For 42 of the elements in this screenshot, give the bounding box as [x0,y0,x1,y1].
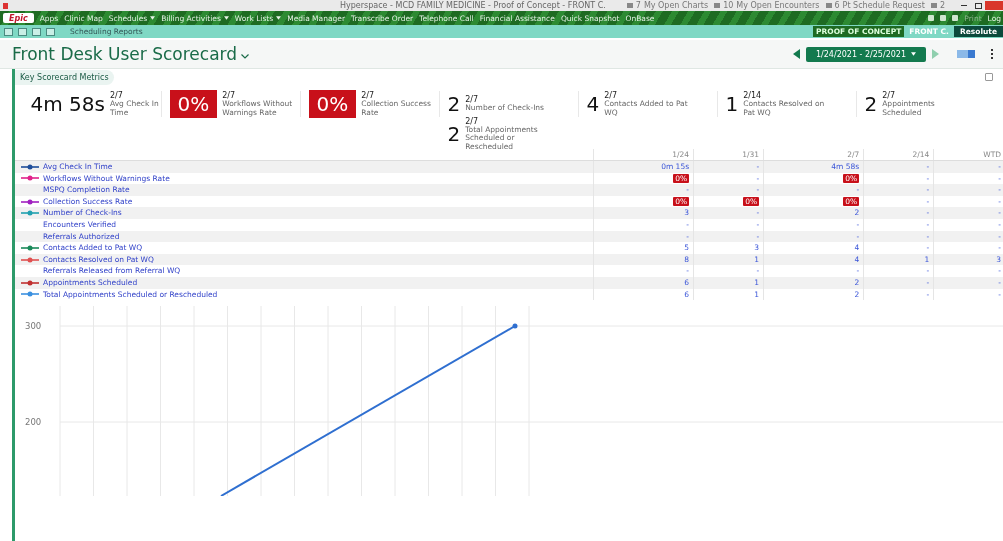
date-range-button[interactable]: 1/24/2021 - 2/25/2021 [806,46,926,62]
notification-link[interactable]: My Open Encounters [736,1,820,10]
inbox-icon [825,3,832,8]
notification-link[interactable]: My Open Charts [643,1,709,10]
metric-value: 0% [169,90,218,118]
metric-value: 1 [725,92,739,116]
info-icon[interactable] [985,73,993,81]
caret-icon[interactable] [911,52,916,56]
caret-icon[interactable] [276,16,282,20]
app-icon [3,2,8,9]
notification-count[interactable]: 6 [834,1,840,10]
epic-menu-button[interactable]: Epic [3,13,34,23]
inbox-icon [626,3,633,8]
axis-label: 300 [25,321,42,332]
metric-date: 2/7 [361,91,375,101]
metric-value: 4m 58s [30,92,105,116]
metric-date: 2/14 [743,91,762,101]
metric-date: 2/7 [109,91,124,101]
notification-link[interactable]: Pt Schedule Request [842,1,925,10]
inbox-icon [714,3,721,8]
inbox-icon [930,3,937,8]
metric-value: 2 [447,92,461,116]
notification-count[interactable]: 2 [939,1,945,10]
axis-label: 200 [25,417,42,428]
previous-icon[interactable] [793,49,800,59]
metric-date: 2/7 [465,117,479,127]
caret-icon[interactable] [241,53,250,59]
caret-icon[interactable] [223,16,229,20]
metric-value: 2 [447,122,461,146]
panel-title: Key Scorecard Metrics [15,69,114,85]
page-title[interactable]: Front Desk User Scorecard [12,44,238,64]
metric-value: 4 [586,92,600,116]
metric-value: 0% [308,90,357,118]
metric-date: 2/7 [222,91,236,101]
window-title: Hyperspace - MCD FAMILY MEDICINE - Proof of Concept - FRONT C. [340,1,606,10]
caret-icon[interactable] [150,16,156,20]
metric-date: 2/7 [882,91,896,101]
notification-count[interactable]: 10 [723,1,734,10]
notification-count[interactable]: 7 [635,1,641,10]
metric-date: 2/7 [604,91,618,101]
metric-value: 2 [864,92,878,116]
metric-date: 2/7 [465,95,479,105]
